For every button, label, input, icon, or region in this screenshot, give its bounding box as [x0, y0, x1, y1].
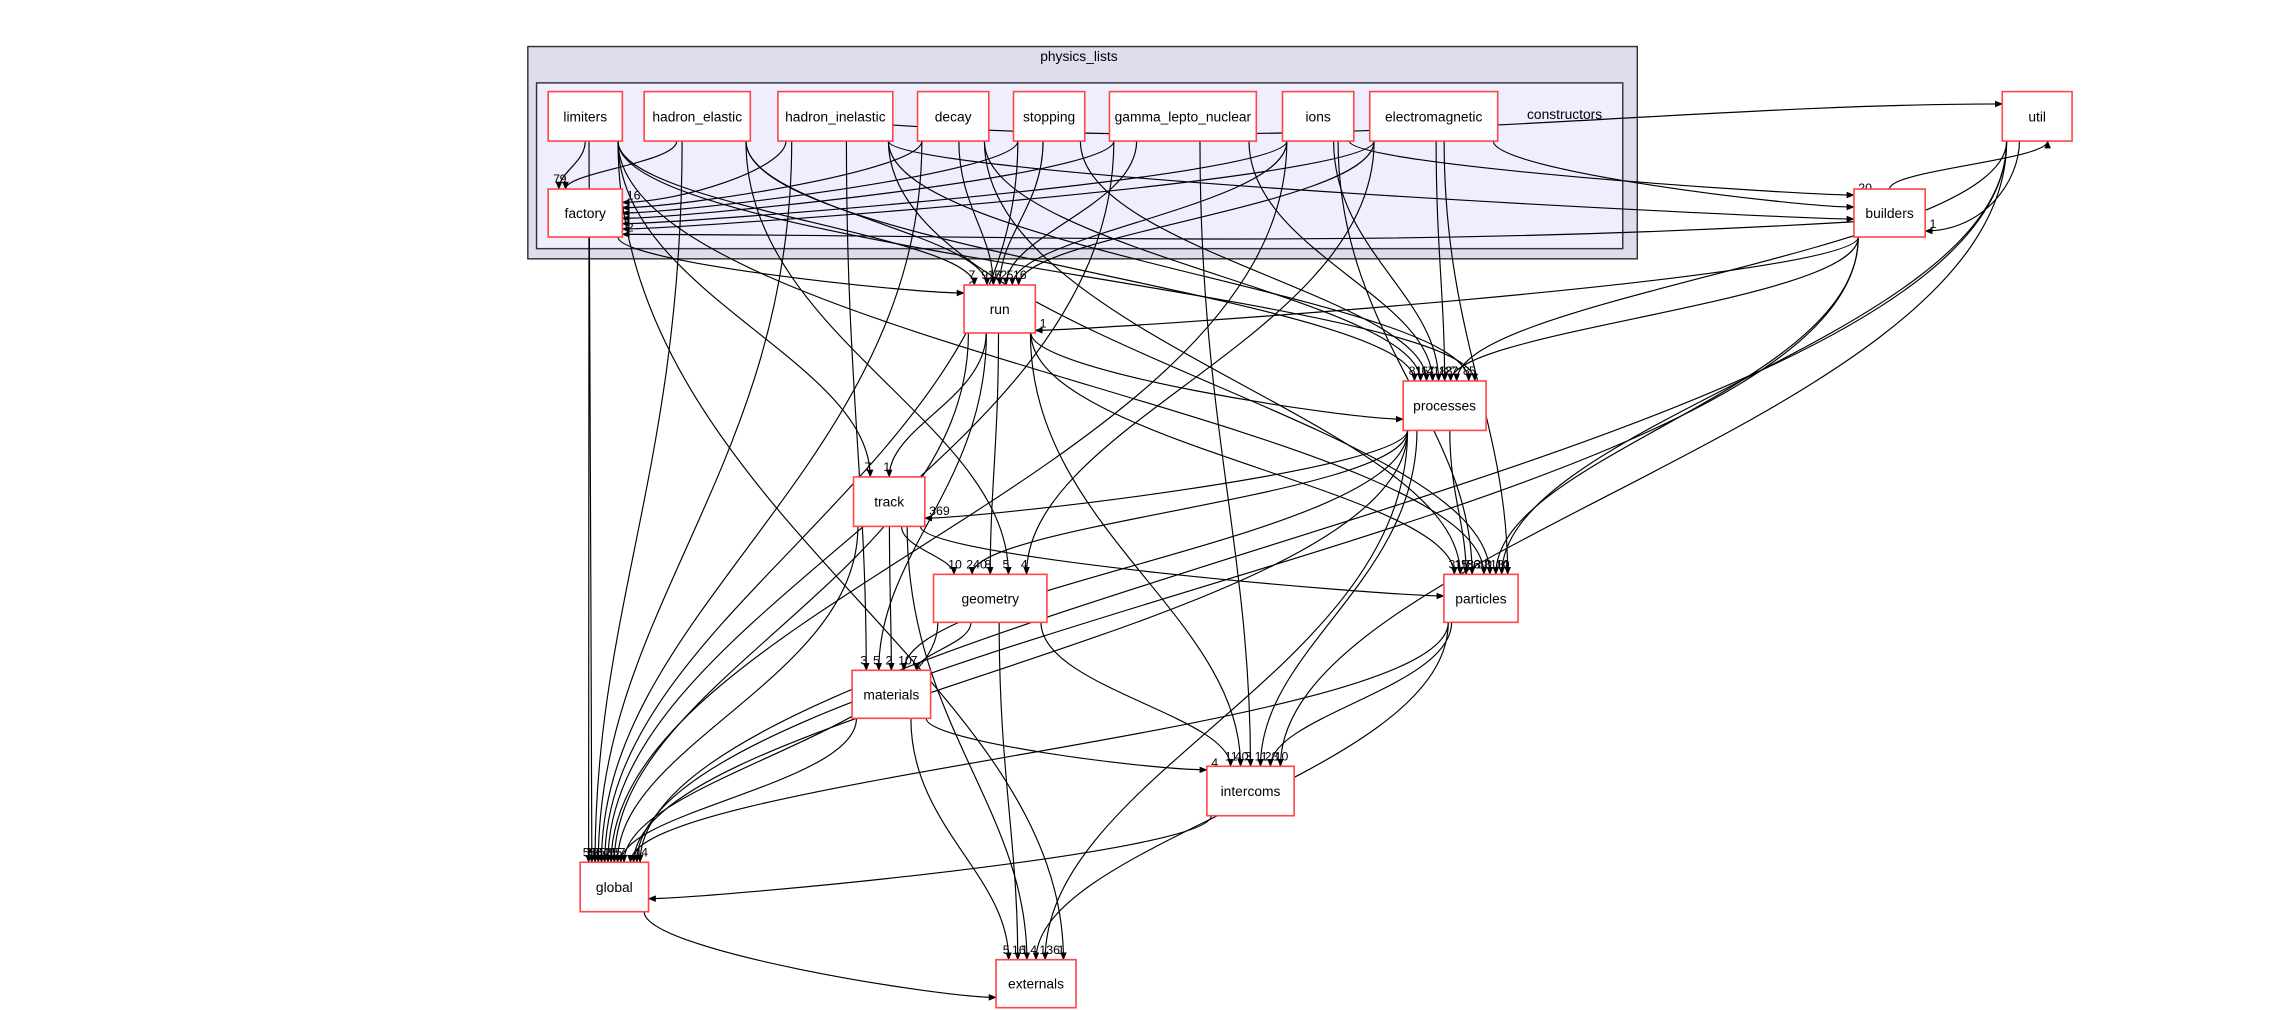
edge-label: 5 [873, 654, 880, 668]
node-label: externals [1008, 976, 1064, 992]
node-label: builders [1865, 205, 1913, 221]
node-factory[interactable]: factory [547, 188, 624, 238]
edge-label: 1 [883, 460, 890, 474]
node-stopping[interactable]: stopping [1012, 90, 1086, 142]
node-processes[interactable]: processes [1402, 380, 1487, 432]
edge-label: 4 [1502, 558, 1509, 572]
edge-intercoms-to-global[interactable] [647, 815, 1212, 902]
node-ions[interactable]: ions [1281, 90, 1355, 142]
edge-label: 3 [860, 654, 867, 668]
edge-run-to-geometry[interactable] [986, 332, 1000, 576]
node-global[interactable]: global [579, 861, 650, 913]
node-label: electromagnetic [1385, 108, 1482, 124]
edge-particles-to-intercoms[interactable] [1267, 622, 1453, 768]
node-label: limiters [563, 108, 607, 124]
node-builders[interactable]: builders [1853, 188, 1926, 238]
node-label: global [596, 879, 633, 895]
edge-label: 3 [1245, 749, 1252, 763]
edge-label: 8 [984, 558, 991, 572]
node-label: intercoms [1221, 783, 1281, 799]
node-particles[interactable]: particles [1443, 573, 1519, 624]
edge-track-to-materials[interactable] [888, 526, 895, 672]
edge-label: 4 [1021, 558, 1028, 572]
edge-label: 57 [612, 845, 626, 859]
node-decay[interactable]: decay [916, 90, 990, 142]
node-label: run [990, 301, 1010, 317]
edge-label: 16 [627, 188, 641, 202]
node-label: hadron_inelastic [785, 108, 886, 124]
edge-run-to-intercoms[interactable] [1029, 332, 1244, 768]
edge-label: 369 [929, 504, 950, 518]
edge-geometry-to-externals[interactable] [998, 622, 1022, 961]
cluster-physics-lists-label: physics_lists [1040, 48, 1118, 64]
edge-builders-to-particles[interactable] [1492, 237, 1859, 576]
edge-label: 1 [1040, 316, 1047, 330]
edge-global-to-externals[interactable] [643, 911, 997, 1001]
edge-label: 10 [948, 558, 962, 572]
node-label: factory [565, 205, 607, 221]
node-label: decay [935, 108, 972, 124]
node-util[interactable]: util [2001, 90, 2073, 142]
edge-label: 10 [1275, 749, 1289, 763]
edge-geometry-to-intercoms[interactable] [1040, 622, 1234, 768]
edge-label: 4 [1030, 943, 1037, 957]
node-label: geometry [961, 590, 1019, 606]
edge-run-to-processes[interactable] [1030, 332, 1405, 423]
edge-label: 5 [1003, 558, 1010, 572]
node-label: processes [1413, 398, 1476, 414]
node-label: util [2028, 108, 2046, 124]
edge-builders-to-util[interactable] [1888, 140, 2051, 190]
edge-label: 44 [634, 845, 648, 859]
edge-run-to-track[interactable] [885, 332, 987, 478]
edge-processes-to-externals[interactable] [1041, 430, 1409, 961]
edge-run-to-particles[interactable] [1030, 332, 1458, 576]
edge-label: 5 [1469, 364, 1476, 378]
edge-label: 7 [864, 460, 871, 474]
node-limiters[interactable]: limiters [547, 90, 624, 142]
node-electromagnetic[interactable]: electromagnetic [1368, 90, 1499, 142]
node-label: hadron_elastic [652, 108, 742, 124]
edge-materials-to-global[interactable] [617, 718, 858, 864]
edge-label: 5 [1003, 943, 1010, 957]
node-hadron-inelastic[interactable]: hadron_inelastic [777, 90, 894, 142]
node-label: stopping [1023, 108, 1075, 124]
edge-label: 2 [886, 654, 893, 668]
edge-label: 7 [911, 654, 918, 668]
cluster-physics-lists[interactable]: physics_lists constructors [527, 45, 1639, 260]
node-label: ions [1305, 108, 1330, 124]
node-label: gamma_lepto_nuclear [1115, 108, 1252, 124]
edge-label: 16 [1013, 268, 1027, 282]
edge-label: 1 [1930, 217, 1937, 231]
node-label: particles [1455, 590, 1506, 606]
node-intercoms[interactable]: intercoms [1206, 765, 1295, 817]
node-gamma-lepto-nuclear[interactable]: gamma_lepto_nuclear [1108, 90, 1258, 142]
node-externals[interactable]: externals [995, 958, 1077, 1009]
edge-label: 7 [1451, 364, 1458, 378]
edge-processes-to-particles[interactable] [1449, 430, 1470, 576]
node-materials[interactable]: materials [851, 669, 932, 720]
edge-label: 9 [560, 172, 567, 186]
edge-processes-to-materials[interactable] [900, 430, 1409, 672]
edge-processes-to-intercoms[interactable] [1257, 430, 1418, 768]
node-label: track [874, 494, 904, 510]
node-track[interactable]: track [852, 476, 926, 528]
edge-materials-to-externals[interactable] [910, 718, 1012, 961]
node-run[interactable]: run [963, 284, 1037, 334]
edge-particles-to-global[interactable] [627, 622, 1449, 864]
edge-label: 1 [1021, 943, 1028, 957]
node-hadron-elastic[interactable]: hadron_elastic [643, 90, 752, 142]
edge-label: 2 [627, 220, 634, 234]
node-geometry[interactable]: geometry [932, 573, 1048, 624]
edge-track-to-global[interactable] [614, 526, 859, 864]
edge-processes-to-geometry[interactable] [968, 430, 1409, 576]
edge-label: 1 [1058, 943, 1065, 957]
node-label: materials [863, 686, 919, 702]
directory-dependency-graph: physics_lists constructors 1579162729167… [527, 45, 2073, 1009]
